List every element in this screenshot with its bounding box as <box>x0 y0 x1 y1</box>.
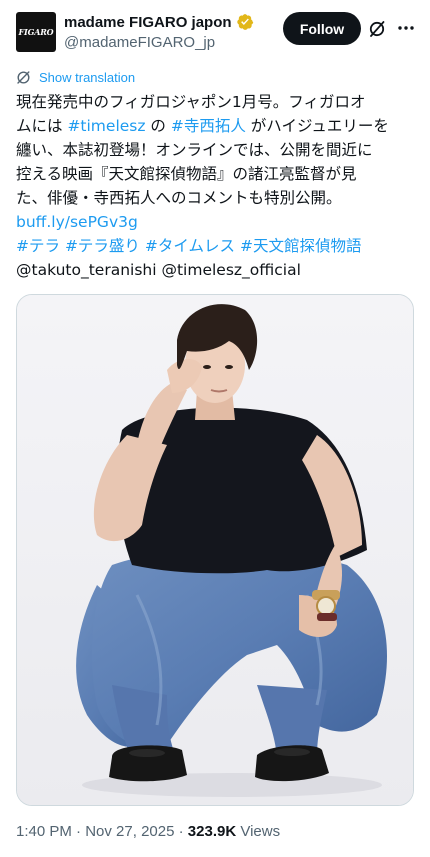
views-count: 323.9K <box>187 823 237 840</box>
tweet-line-4: 控える映画『天文館探偵物語』の諸江亮監督が見 <box>16 165 357 183</box>
show-translation-link[interactable]: Show translation <box>16 70 135 85</box>
tweet-line-3: 纏い、本誌初登場！オンラインでは、公開を間近に <box>16 141 373 159</box>
post-date[interactable]: Nov 27, 2025 <box>85 823 174 840</box>
avatar-logo-text: FIGARO <box>18 27 54 37</box>
hashtag-timelesz[interactable]: #timelesz <box>67 117 145 135</box>
name-row: madame FIGARO japon <box>64 13 254 31</box>
tweet-line-2-mid: の <box>145 117 171 135</box>
verified-badge-icon <box>236 14 253 30</box>
post-time[interactable]: 1:40 PM <box>16 823 72 840</box>
tweet-line-2-start: ムには <box>16 117 68 135</box>
tweet-meta: 1:40 PM · Nov 27, 2025 · 323.9K Views <box>16 823 280 840</box>
tweet-line-2: ムには #timelesz の #寺西拓人 がハイジュエリーを <box>16 114 414 138</box>
hashtag-line: #テラ #テラ盛り #タイムレス #天文館探偵物語 <box>16 234 414 258</box>
show-translation-label: Show translation <box>39 70 136 85</box>
tweet-line-1: 現在発売中のフィガロジャポン1月号。フィガロオ <box>16 93 366 111</box>
hashtag-teramori[interactable]: #テラ盛り <box>65 237 140 255</box>
avatar[interactable]: FIGARO <box>16 12 56 52</box>
meta-separator-2: · <box>178 823 184 840</box>
views-label: Views <box>240 823 281 840</box>
translate-icon <box>17 71 30 84</box>
hashtag-timeless[interactable]: #タイムレス <box>145 237 235 255</box>
tweet-line-5: た、俳優・寺西拓人へのコメントも特別公開。 <box>16 189 342 207</box>
display-name[interactable]: madame FIGARO japon <box>64 14 232 31</box>
hashtag-tenmonkan[interactable]: #天文館探偵物語 <box>240 237 362 255</box>
mention-takuto[interactable]: @takuto_teranishi <box>16 261 157 279</box>
photo-figure-illustration <box>17 295 413 805</box>
follow-button[interactable]: Follow <box>283 12 361 45</box>
tweet-photo[interactable] <box>16 294 414 806</box>
tweet-line-2-end: がハイジュエリーを <box>245 117 389 135</box>
tweet-link-line: buff.ly/sePGv3g <box>16 210 414 234</box>
mention-timelesz[interactable]: @timelesz_official <box>161 261 300 279</box>
grok-icon[interactable] <box>367 19 387 39</box>
mention-line: @takuto_teranishi @timelesz_official <box>16 258 414 282</box>
external-link[interactable]: buff.ly/sePGv3g <box>16 213 138 231</box>
more-icon[interactable] <box>396 18 416 38</box>
handle[interactable]: @madameFIGARO_jp <box>64 34 215 51</box>
meta-separator-1: · <box>76 823 82 840</box>
tweet-header: FIGARO madame FIGARO japon @madameFIGARO… <box>0 0 430 64</box>
hashtag-teranishi[interactable]: #寺西拓人 <box>171 117 246 135</box>
hashtag-tera[interactable]: #テラ <box>16 237 60 255</box>
tweet-text: 現在発売中のフィガロジャポン1月号。フィガロオ ムには #timelesz の … <box>16 90 414 282</box>
